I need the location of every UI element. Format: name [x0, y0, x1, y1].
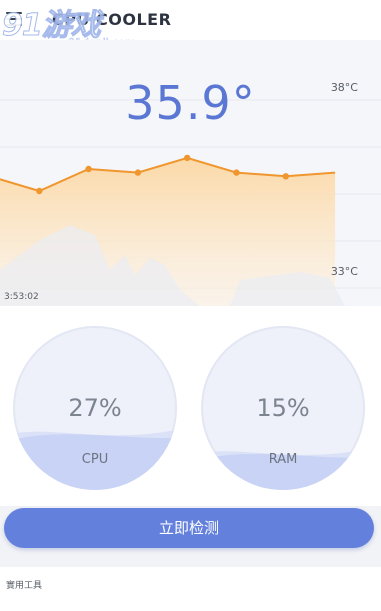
temperature-point [233, 169, 240, 176]
ram-gauge[interactable]: 15% RAM [201, 326, 365, 490]
tools-section: 實用工具 [0, 567, 381, 611]
temperature-point [85, 165, 92, 173]
cpu-gauge[interactable]: 27% CPU [13, 326, 177, 490]
top-bar: CPU COOLER [0, 0, 381, 40]
check-now-button[interactable]: 立即检测 [4, 508, 374, 548]
min-temperature-label: 33°C [330, 265, 358, 278]
max-temperature-label: 38°C [330, 81, 358, 94]
temperature-point [184, 154, 191, 162]
ram-usage-value: 15% [256, 394, 310, 422]
temperature-panel: 35.9° 38°C 33°C 3:53:02 [0, 40, 381, 306]
app-title: CPU COOLER [52, 10, 172, 29]
hamburger-menu-icon[interactable] [6, 12, 22, 26]
cpu-gauge-label: CPU [81, 452, 109, 467]
time-label: 3:53:02 [4, 292, 39, 302]
temperature-point [36, 187, 43, 195]
ram-gauge-label: RAM [268, 452, 298, 467]
usage-gauges: 27% CPU 15% RAM [0, 306, 381, 506]
current-temperature: 35.9° [125, 76, 256, 130]
cpu-usage-value: 27% [68, 394, 122, 422]
temperature-point [134, 169, 142, 176]
temperature-point [282, 173, 289, 180]
tools-section-title: 實用工具 [6, 581, 43, 591]
